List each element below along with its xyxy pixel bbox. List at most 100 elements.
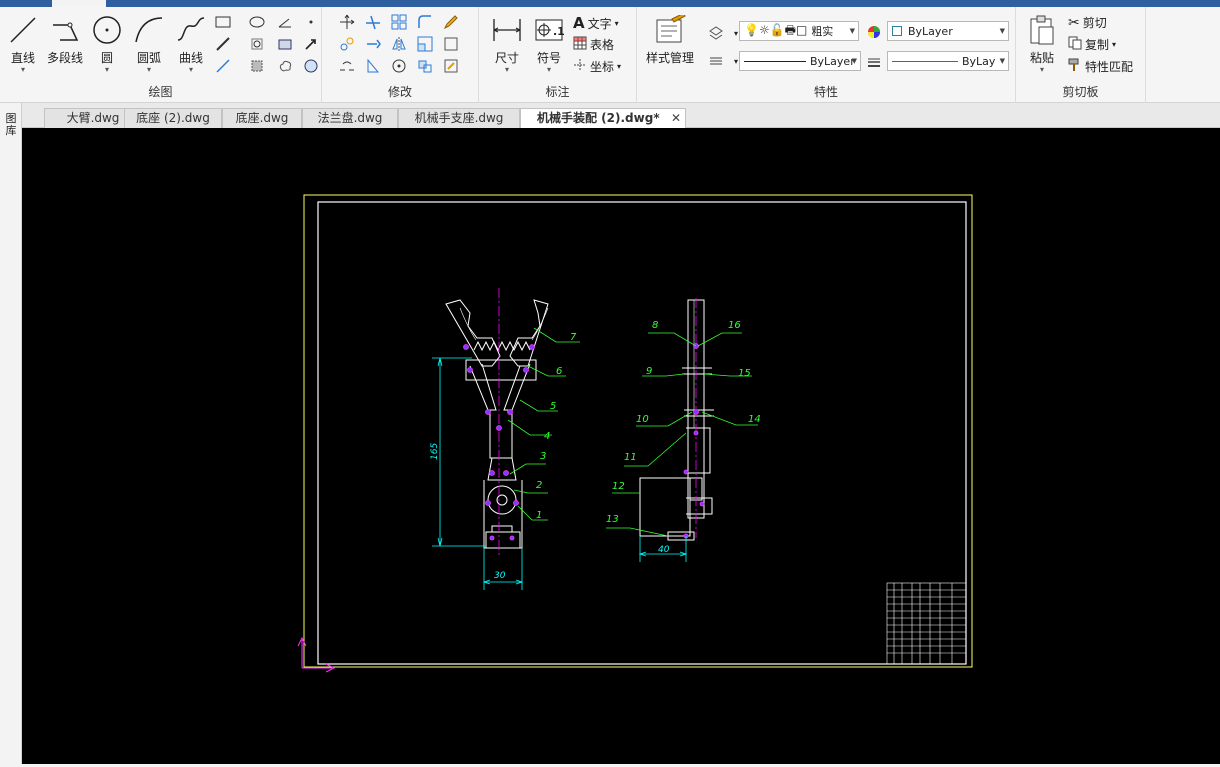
- block-icon[interactable]: [276, 35, 294, 53]
- paste-icon: [1025, 13, 1059, 47]
- panel-title-modify: 修改: [387, 85, 412, 99]
- tab-document[interactable]: 底座.dwg: [222, 108, 302, 128]
- tab-document[interactable]: 法兰盘.dwg: [302, 108, 398, 128]
- region-icon[interactable]: [248, 35, 266, 53]
- chevron-down-icon[interactable]: ▾: [547, 66, 551, 74]
- symbol-label: 符号: [536, 51, 561, 65]
- properties-edit-icon[interactable]: [442, 57, 460, 75]
- line-button[interactable]: 直线 ▾: [0, 13, 46, 74]
- part-number: 15: [738, 368, 751, 379]
- layer-status-icon: 💡☼🔓🖶□: [744, 22, 808, 37]
- chevron-down-icon[interactable]: ▾: [189, 66, 193, 74]
- tab-label: 大臂.dwg: [66, 111, 120, 125]
- chevron-down-icon[interactable]: ▾: [105, 66, 109, 74]
- ellipse-icon[interactable]: [248, 13, 266, 31]
- linetype-combo[interactable]: ByLayer ▼: [739, 51, 861, 71]
- ribbon-tab-active[interactable]: [52, 0, 106, 7]
- chevron-down-icon[interactable]: ▾: [617, 62, 621, 71]
- hatch-line-icon[interactable]: [214, 35, 232, 53]
- mirror-icon[interactable]: [390, 35, 408, 53]
- table-button[interactable]: 表格: [573, 36, 614, 53]
- panel-clipboard: 粘贴 ▾ ✂ 剪切 复制 ▾ 特性匹配 剪切板: [1016, 7, 1146, 103]
- panel-annotate: 尺寸 ▾ .1 符号 ▾ A 文字 ▾ 表格 坐标 ▾ 标注: [479, 7, 637, 103]
- copy-button[interactable]: 复制 ▾: [1068, 36, 1116, 53]
- move-icon[interactable]: [338, 13, 356, 31]
- library-label: 图库: [5, 112, 17, 137]
- arc-label: 圆弧: [136, 51, 161, 65]
- text-button[interactable]: A 文字 ▾: [573, 14, 619, 32]
- color-wheel-icon[interactable]: [865, 23, 883, 41]
- panel-draw: 直线 ▾ 多段线 圆 ▾ 圆弧 ▾ 曲线 ▾ 绘图: [0, 7, 322, 103]
- wipeout-icon[interactable]: [302, 57, 320, 75]
- layer-combo[interactable]: 💡☼🔓🖶□ 粗实 ▼: [739, 21, 859, 41]
- tab-label: 底座 (2).dwg: [136, 111, 210, 125]
- rotate-icon[interactable]: [390, 57, 408, 75]
- style-manager-button[interactable]: 样式管理: [641, 13, 699, 66]
- panel-title-properties: 特性: [813, 85, 838, 99]
- angle-icon[interactable]: [276, 13, 294, 31]
- extend-icon[interactable]: [364, 35, 382, 53]
- dimension-height: 165: [430, 443, 440, 460]
- chevron-down-icon[interactable]: ▾: [21, 66, 25, 74]
- tab-label: 机械手装配 (2).dwg*: [537, 111, 660, 125]
- part-number: 9: [646, 366, 652, 377]
- chevron-down-icon[interactable]: ▾: [1112, 40, 1116, 49]
- match-properties-button[interactable]: 特性匹配: [1068, 58, 1133, 75]
- dimension-icon: [490, 13, 524, 47]
- panel-title-clipboard: 剪切板: [1062, 85, 1099, 99]
- trim-icon[interactable]: [364, 13, 382, 31]
- coordinate-icon: [573, 58, 587, 75]
- fillet-icon[interactable]: [416, 13, 434, 31]
- title-bar: [0, 0, 1220, 7]
- chevron-down-icon: ▼: [999, 57, 1005, 65]
- pointer-icon[interactable]: [302, 35, 320, 53]
- stretch-icon[interactable]: [364, 57, 382, 75]
- list-icon[interactable]: [707, 52, 725, 70]
- tab-document[interactable]: 底座 (2).dwg: [124, 108, 222, 128]
- break-icon[interactable]: [338, 57, 356, 75]
- chevron-down-icon[interactable]: ▾: [615, 19, 619, 28]
- chevron-down-icon[interactable]: ▾: [1040, 66, 1044, 74]
- part-number: 10: [636, 414, 649, 425]
- polyline-button[interactable]: 多段线: [41, 13, 89, 66]
- arc-button[interactable]: 圆弧 ▾: [126, 13, 172, 74]
- circle-label: 圆: [100, 51, 113, 65]
- cloud-icon[interactable]: [276, 57, 294, 75]
- part-number: 5: [550, 401, 556, 412]
- part-number: 4: [544, 431, 550, 442]
- symbol-icon: .1: [532, 13, 566, 47]
- layer-manager-icon[interactable]: [707, 24, 725, 42]
- xline-icon[interactable]: [214, 57, 232, 75]
- drawing-canvas[interactable]: 165 30 40 1 2 3 4 5 6 7 8 9 10 11 12 13 …: [22, 128, 1220, 764]
- copy-object-icon[interactable]: [338, 35, 356, 53]
- boundary-icon[interactable]: [248, 57, 266, 75]
- coordinate-button[interactable]: 坐标 ▾: [573, 58, 621, 75]
- dimension-button[interactable]: 尺寸 ▾: [484, 13, 530, 74]
- chevron-down-icon[interactable]: ▾: [505, 66, 509, 74]
- scale-icon[interactable]: [416, 35, 434, 53]
- close-icon[interactable]: ✕: [671, 109, 681, 127]
- lineweight-combo[interactable]: ByLay ▼: [887, 51, 1009, 71]
- spline-button[interactable]: 曲线 ▾: [168, 13, 214, 74]
- chevron-down-icon[interactable]: ▾: [147, 66, 151, 74]
- table-label: 表格: [590, 38, 615, 52]
- cut-button[interactable]: ✂ 剪切: [1068, 14, 1107, 31]
- color-combo[interactable]: ByLayer ▼: [887, 21, 1009, 41]
- tab-document[interactable]: 机械手支座.dwg: [398, 108, 520, 128]
- spline-icon: [174, 13, 208, 47]
- part-number: 12: [612, 481, 625, 492]
- paste-button[interactable]: 粘贴 ▾: [1019, 13, 1065, 74]
- tab-document-active[interactable]: 机械手装配 (2).dwg* ✕: [520, 108, 686, 129]
- offset-icon[interactable]: [442, 35, 460, 53]
- line-label: 直线: [10, 51, 35, 65]
- array-icon[interactable]: [390, 13, 408, 31]
- library-strip[interactable]: 图库: [0, 103, 22, 764]
- edit-icon[interactable]: [442, 13, 460, 31]
- lineweight-icon[interactable]: [865, 53, 883, 71]
- part-number: 8: [652, 320, 658, 331]
- point-icon[interactable]: [302, 13, 320, 31]
- explode-icon[interactable]: [416, 57, 434, 75]
- symbol-button[interactable]: .1 符号 ▾: [526, 13, 572, 74]
- rectangle-icon[interactable]: [214, 13, 232, 31]
- circle-button[interactable]: 圆 ▾: [84, 13, 130, 74]
